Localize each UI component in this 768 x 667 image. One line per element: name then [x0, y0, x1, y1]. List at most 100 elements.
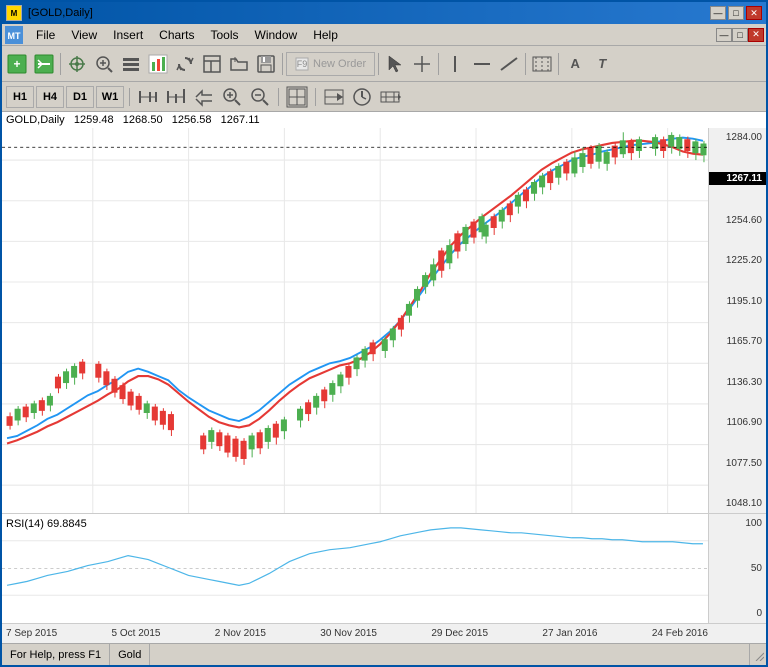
inner-restore-button[interactable]: □: [732, 28, 748, 42]
save-btn[interactable]: [253, 51, 279, 77]
new-order-label: New Order: [313, 58, 366, 70]
toolbar-sep-2: [282, 53, 283, 75]
maximize-button[interactable]: □: [728, 6, 744, 20]
open-btn[interactable]: [226, 51, 252, 77]
tf-h4[interactable]: H4: [36, 86, 64, 108]
status-resize-grip: [750, 644, 766, 665]
rsi-chart-canvas[interactable]: RSI(14) 69.8845: [2, 514, 708, 623]
text-btn[interactable]: A: [562, 51, 588, 77]
price-1165: 1165.70: [709, 336, 766, 347]
period-sep-btn[interactable]: [529, 51, 555, 77]
menu-insert[interactable]: Insert: [105, 24, 151, 45]
tf-d1[interactable]: D1: [66, 86, 94, 108]
vline-btn[interactable]: [442, 51, 468, 77]
price-axis: 1284.00 1267.11 1254.60 1225.20 1195.10 …: [708, 128, 766, 513]
rsi-price-axis: 100 50 0: [708, 514, 766, 623]
price-1106: 1106.90: [709, 417, 766, 428]
title-bar-buttons: — □ ✕: [710, 6, 762, 20]
rsi-panel: RSI(14) 69.8845 100 50 0: [2, 513, 766, 623]
date-label-4: 29 Dec 2015: [431, 628, 488, 639]
new-order-button[interactable]: F9 New Order: [286, 52, 375, 76]
tf-sep-3: [315, 88, 316, 106]
status-symbol: Gold: [110, 644, 150, 665]
price-chart-canvas[interactable]: [2, 128, 708, 513]
time-axis-spacer: [708, 624, 766, 643]
status-help: For Help, press F1: [2, 644, 110, 665]
zoom-btn[interactable]: [91, 51, 117, 77]
new-chart-btn[interactable]: +: [4, 51, 30, 77]
refresh-btn[interactable]: [172, 51, 198, 77]
menu-tools[interactable]: Tools: [203, 24, 247, 45]
main-window: M [GOLD,Daily] — □ ✕ MT File View Insert…: [0, 0, 768, 667]
zoom-bar-btn[interactable]: [163, 86, 189, 108]
main-toolbar: +: [2, 46, 766, 82]
current-price-label: 1267.11: [709, 172, 766, 185]
tf-sep-1: [129, 88, 130, 106]
rsi-0: 0: [709, 608, 766, 619]
price-1284: 1284.00: [709, 132, 766, 143]
label-btn[interactable]: T: [589, 51, 615, 77]
chart-container: GOLD,Daily 1259.48 1268.50 1256.58 1267.…: [2, 112, 766, 643]
menu-bar: MT File View Insert Charts Tools Window …: [2, 24, 766, 46]
date-label-6: 24 Feb 2016: [652, 628, 708, 639]
tf-sep-2: [278, 88, 279, 106]
rsi-50: 50: [709, 563, 766, 574]
date-label-5: 27 Jan 2016: [542, 628, 597, 639]
template-btn[interactable]: [199, 51, 225, 77]
date-label-0: 7 Sep 2015: [6, 628, 57, 639]
crosshair-btn[interactable]: [64, 51, 90, 77]
clock-btn[interactable]: [349, 86, 375, 108]
indicators-btn[interactable]: [284, 86, 310, 108]
menu-help[interactable]: Help: [305, 24, 346, 45]
date-label-3: 30 Nov 2015: [320, 628, 377, 639]
app-icon: M: [6, 5, 22, 21]
toolbar-sep-3: [378, 53, 379, 75]
title-bar-text: [GOLD,Daily]: [28, 7, 93, 19]
inner-minimize-button[interactable]: —: [716, 28, 732, 42]
zoom-minus-btn[interactable]: [247, 86, 273, 108]
chart-symbol-info: GOLD,Daily 1259.48 1268.50 1256.58 1267.…: [6, 114, 260, 126]
main-chart-area: 1284.00 1267.11 1254.60 1225.20 1195.10 …: [2, 128, 766, 513]
date-label-1: 5 Oct 2015: [112, 628, 161, 639]
tf-toolbar: H1 H4 D1 W1: [2, 82, 766, 112]
menu-window[interactable]: Window: [247, 24, 306, 45]
toolbar-sep-5: [525, 53, 526, 75]
toolbar-sep-4: [438, 53, 439, 75]
crosshair-cursor-btn[interactable]: [409, 51, 435, 77]
chart-info-bar: GOLD,Daily 1259.48 1268.50 1256.58 1267.…: [2, 112, 766, 128]
price-1077: 1077.50: [709, 458, 766, 469]
price-1136: 1136.30: [709, 377, 766, 388]
zoom-plus-btn[interactable]: [219, 86, 245, 108]
time-axis-labels: 7 Sep 2015 5 Oct 2015 2 Nov 2015 30 Nov …: [2, 624, 708, 643]
price-1225: 1225.20: [709, 255, 766, 266]
chart-settings-btn[interactable]: [377, 86, 403, 108]
trendline-btn[interactable]: [496, 51, 522, 77]
svg-text:+: +: [13, 57, 20, 71]
price-1254: 1254.60: [709, 215, 766, 226]
svg-text:F9: F9: [297, 59, 308, 69]
chart-type-btn[interactable]: [145, 51, 171, 77]
toolbar-sep-6: [558, 53, 559, 75]
properties-btn[interactable]: [118, 51, 144, 77]
close-button[interactable]: ✕: [746, 6, 762, 20]
tf-w1[interactable]: W1: [96, 86, 124, 108]
auto-scroll-btn[interactable]: [191, 86, 217, 108]
inner-close-button[interactable]: ✕: [748, 28, 764, 42]
profiles-btn[interactable]: [31, 51, 57, 77]
price-1195: 1195.10: [709, 296, 766, 307]
menu-charts[interactable]: Charts: [151, 24, 202, 45]
title-bar: M [GOLD,Daily] — □ ✕: [2, 2, 766, 24]
svg-text:MT: MT: [8, 31, 21, 41]
cursor-btn[interactable]: [382, 51, 408, 77]
menu-view[interactable]: View: [63, 24, 105, 45]
tf-h1[interactable]: H1: [6, 86, 34, 108]
toolbar-sep-1: [60, 53, 61, 75]
date-label-2: 2 Nov 2015: [215, 628, 266, 639]
rsi-100: 100: [709, 518, 766, 529]
chart-shift-btn[interactable]: [321, 86, 347, 108]
hline-btn[interactable]: [469, 51, 495, 77]
minimize-button[interactable]: —: [710, 6, 726, 20]
price-1048: 1048.10: [709, 498, 766, 509]
zoom-in-btn[interactable]: [135, 86, 161, 108]
menu-file[interactable]: File: [28, 24, 63, 45]
